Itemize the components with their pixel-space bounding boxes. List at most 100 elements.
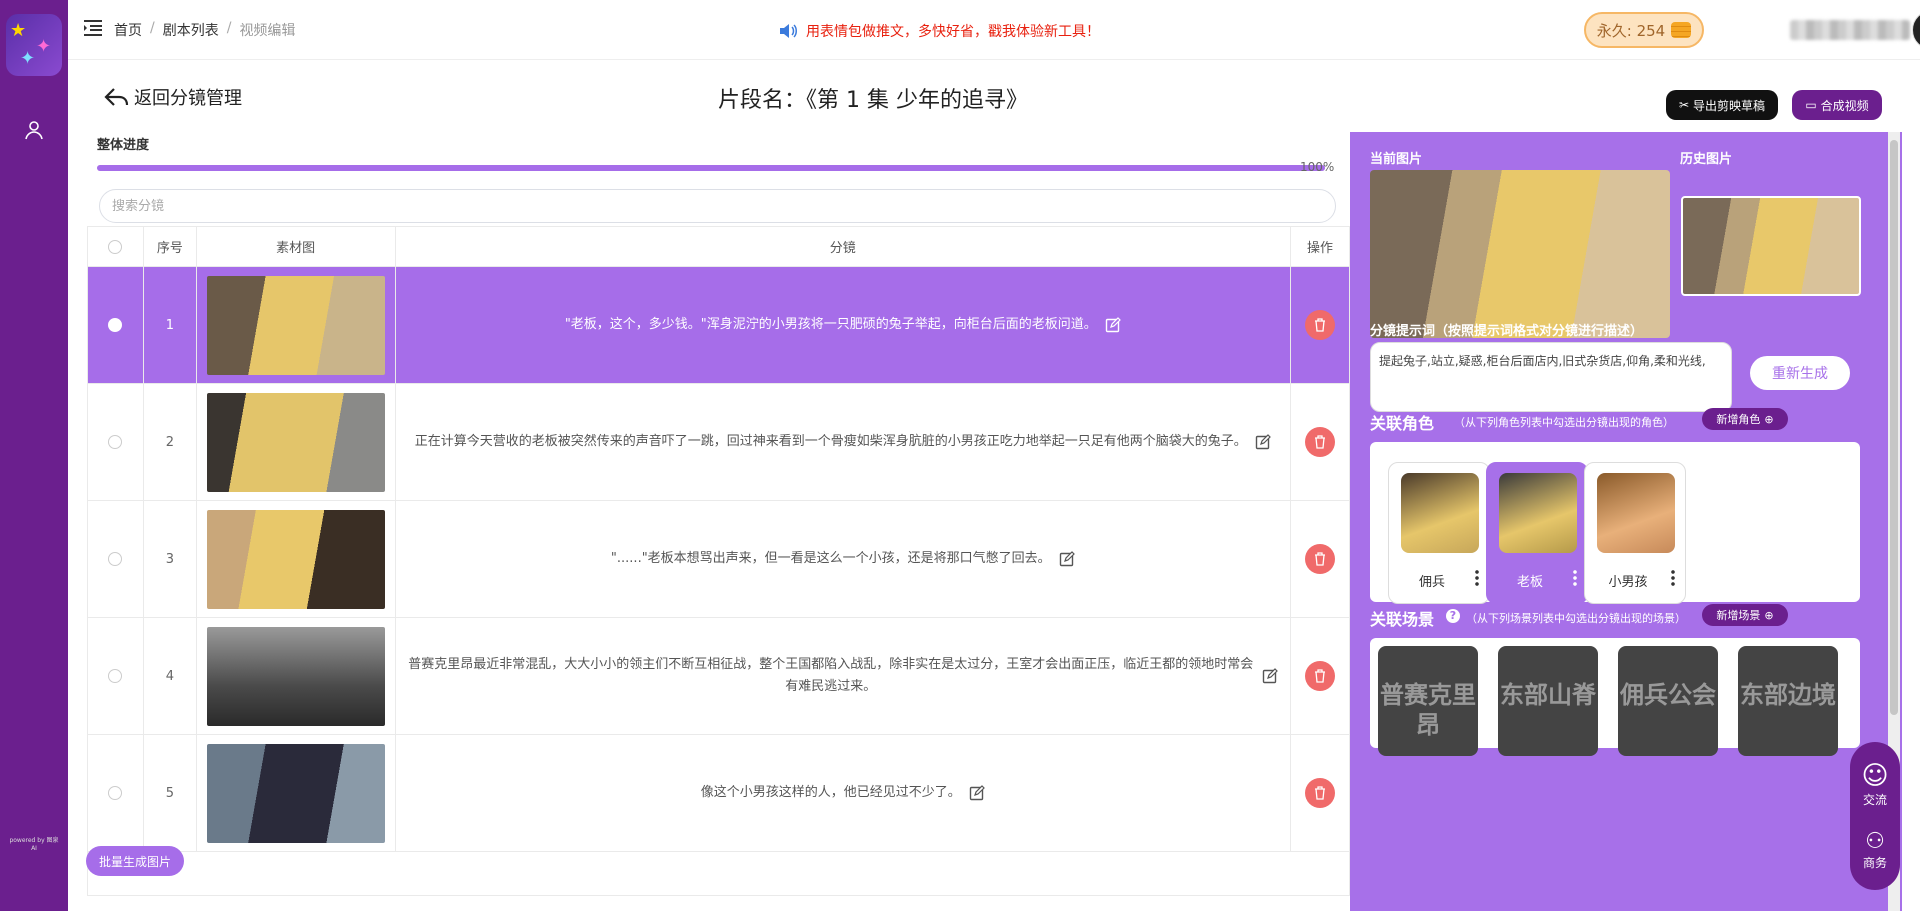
table-row[interactable]: 4 普赛克里昂最近非常混乱，大大小小的领主们不断互相征战，整个王国都陷入战乱，除… [88, 618, 1349, 735]
delete-button[interactable] [1305, 310, 1336, 340]
scene-card[interactable]: 东部边境 [1738, 646, 1838, 756]
notice-text: 用表情包做推文，多快好省，戳我体验新工具！ [806, 24, 1100, 40]
scrollbar-thumb[interactable] [1890, 140, 1898, 715]
prompt-textarea[interactable]: 提起兔子,站立,疑惑,柜台后面店内,旧式杂货店,仰角,柔和光线, [1370, 342, 1732, 412]
more-dots-icon[interactable] [1671, 569, 1675, 587]
trash-icon [1315, 318, 1326, 332]
scene-card[interactable]: 东部山脊 [1498, 646, 1598, 756]
scene-card[interactable]: 普赛克里昂 [1378, 646, 1478, 756]
breadcrumb-list[interactable]: 剧本列表 [163, 20, 219, 40]
username-blurred[interactable] [1790, 20, 1910, 40]
role-avatar [1401, 473, 1479, 553]
select-all-radio[interactable] [108, 239, 123, 254]
coin-label: 永久: 254 [1596, 21, 1666, 40]
video-icon: ▭ [1805, 98, 1817, 112]
coin-icon [1671, 22, 1692, 38]
current-image [1370, 170, 1670, 338]
row-radio[interactable] [108, 786, 123, 800]
row-seq: 4 [165, 668, 174, 684]
row-segment-text: 像这个小男孩这样的人，他已经见过不少了。 [700, 785, 961, 800]
delete-button[interactable] [1305, 544, 1336, 574]
user-icon[interactable] [22, 118, 46, 142]
table-row[interactable]: 3 "......"老板本想骂出声来，但一看是这么一个小孩，还是将那口气憋了回去… [88, 501, 1349, 618]
compose-video-button[interactable]: ▭ 合成视频 [1792, 90, 1882, 120]
more-dots-icon[interactable] [1573, 569, 1577, 587]
delete-button[interactable] [1305, 661, 1336, 691]
role-card[interactable]: 佣兵 [1388, 462, 1490, 604]
row-seq: 5 [165, 785, 174, 801]
more-dots-icon[interactable] [1475, 569, 1479, 587]
plus-circle-icon: ⊕ [1764, 412, 1774, 426]
role-name: 老板 [1516, 575, 1543, 590]
qq-icon: ☺ [1861, 760, 1889, 791]
add-scene-label: 新增场景 [1716, 609, 1761, 622]
row-thumbnail[interactable] [206, 392, 385, 492]
roles-list: 佣兵 老板 小男孩 [1370, 442, 1860, 604]
back-button[interactable]: 返回分镜管理 [104, 84, 242, 110]
row-thumbnail[interactable] [206, 509, 385, 609]
scenes-list: 普赛克里昂 东部山脊 佣兵公会 东部边境 [1370, 638, 1860, 756]
export-draft-button[interactable]: ✂ 导出剪映草稿 [1666, 90, 1778, 120]
scene-card[interactable]: 佣兵公会 [1618, 646, 1718, 756]
row-radio[interactable] [108, 435, 123, 449]
coin-balance[interactable]: 永久: 254 [1584, 12, 1704, 48]
delete-button[interactable] [1305, 427, 1336, 457]
table-row[interactable]: 2 正在计算今天营收的老板被突然传来的声音吓了一跳，回过神来看到一个骨瘦如柴浑身… [88, 384, 1349, 501]
row-radio[interactable] [108, 552, 123, 566]
row-radio[interactable] [108, 669, 123, 683]
row-thumbnail[interactable] [206, 275, 385, 375]
scenes-hint: （从下列场景列表中勾选出分镜出现的场景） [1466, 612, 1686, 625]
row-thumbnail[interactable] [206, 626, 385, 726]
role-card[interactable]: 小男孩 [1584, 462, 1686, 604]
promo-notice[interactable]: 用表情包做推文，多快好省，戳我体验新工具！ [778, 21, 1100, 41]
row-segment-text: 普赛克里昂最近非常混乱，大大小小的领主们不断互相征战，整个王国都陷入战乱，除非实… [408, 657, 1254, 694]
history-image-label: 历史图片 [1680, 152, 1733, 167]
edit-icon[interactable] [1255, 434, 1271, 450]
back-arrow-icon [104, 88, 129, 106]
progress-fill [97, 165, 1325, 171]
left-sidebar: ★ ✦ ✦ powered by 图泉AI [0, 0, 68, 911]
row-radio[interactable] [108, 318, 123, 332]
table-row-selected[interactable]: 1 "老板，这个，多少钱。"浑身泥泞的小男孩将一只肥硕的兔子举起，向柜台后面的老… [88, 267, 1349, 384]
header-image: 素材图 [197, 227, 396, 266]
header-action: 操作 [1307, 241, 1334, 256]
role-card-selected[interactable]: 老板 [1486, 462, 1588, 604]
edit-icon[interactable] [969, 785, 985, 801]
avatar[interactable] [1912, 10, 1920, 50]
header-seq: 序号 [144, 227, 197, 266]
edit-icon[interactable] [1059, 551, 1075, 567]
speaker-icon [780, 24, 797, 38]
row-segment-text: "......"老板本想骂出声来，但一看是这么一个小孩，还是将那口气憋了回去。 [610, 551, 1051, 566]
role-name: 佣兵 [1418, 575, 1445, 590]
table-header: 序号 素材图 分镜 操作 [88, 227, 1349, 267]
search-input[interactable] [99, 189, 1336, 223]
edit-icon[interactable] [1105, 317, 1121, 333]
regenerate-button[interactable]: 重新生成 [1750, 356, 1850, 390]
chat-button[interactable]: ☺ 交流 [1861, 761, 1888, 808]
edit-icon[interactable] [1262, 668, 1278, 684]
breadcrumb-home[interactable]: 首页 [114, 20, 142, 40]
delete-button[interactable] [1305, 778, 1336, 808]
plus-circle-icon: ⊕ [1764, 608, 1774, 622]
trash-icon [1315, 435, 1326, 449]
help-icon[interactable]: ? [1446, 609, 1460, 623]
row-seq: 1 [165, 317, 174, 333]
app-logo[interactable]: ★ ✦ ✦ [6, 14, 62, 76]
batch-generate-button[interactable]: 批量生成图片 [86, 846, 184, 876]
chat-label: 交流 [1862, 792, 1887, 807]
row-thumbnail[interactable] [206, 743, 385, 843]
menu-toggle-icon[interactable] [84, 20, 102, 36]
role-name: 小男孩 [1608, 575, 1648, 590]
row-segment-text: "老板，这个，多少钱。"浑身泥泞的小男孩将一只肥硕的兔子举起，向柜台后面的老板问… [564, 317, 1097, 332]
trash-icon [1315, 552, 1326, 566]
add-scene-button[interactable]: 新增场景 ⊕ [1702, 604, 1788, 626]
add-role-button[interactable]: 新增角色 ⊕ [1702, 408, 1788, 430]
scissors-icon: ✂ [1678, 98, 1690, 112]
segment-table: 序号 素材图 分镜 操作 1 "老板，这个，多少钱。"浑身泥泞的小男孩将一只肥硕… [87, 226, 1350, 896]
history-image[interactable] [1681, 196, 1861, 296]
back-label: 返回分镜管理 [134, 88, 242, 109]
powered-by: powered by 图泉AI [9, 837, 59, 852]
progress-label: 整体进度 [97, 138, 150, 153]
business-button[interactable]: ⚇ 商务 [1863, 829, 1887, 871]
table-row[interactable]: 5 像这个小男孩这样的人，他已经见过不少了。 [88, 735, 1349, 852]
